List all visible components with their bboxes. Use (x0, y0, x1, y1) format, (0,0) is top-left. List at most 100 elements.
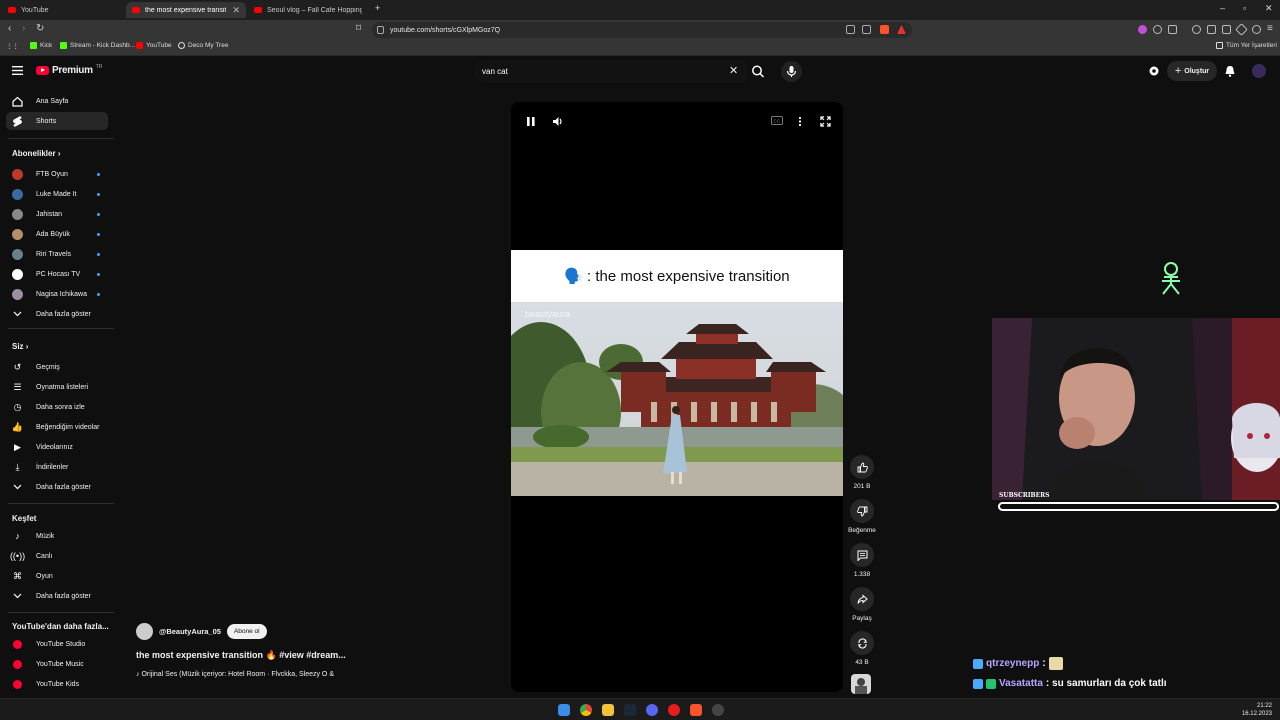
apps-icon[interactable]: ⋮⋮ (6, 42, 19, 50)
all-bookmarks[interactable]: Tüm Yer İşaretleri (1216, 42, 1277, 49)
create-button[interactable]: + Oluştur (1167, 61, 1217, 81)
sidebar-item[interactable]: YouTube Studio (6, 635, 108, 653)
new-tab-button[interactable]: + (375, 3, 380, 13)
steam-icon[interactable] (624, 704, 636, 716)
sidebar-item[interactable]: Daha fazla göster (6, 587, 108, 605)
sidebar-item[interactable]: ♪ Müzik (6, 527, 108, 545)
share-icon[interactable] (862, 25, 871, 34)
sidebar-item[interactable]: Ada Büyük (6, 225, 108, 243)
sidebar-item[interactable]: Luke Made It (6, 185, 108, 203)
sidebar-item[interactable]: FTB Oyun (6, 165, 108, 183)
bookmark-youtube[interactable]: YouTube (136, 42, 172, 49)
extension-icon[interactable] (1235, 23, 1248, 36)
browser-tab[interactable]: YouTube (2, 2, 122, 18)
more-vert-icon (798, 116, 802, 127)
sidebar-item[interactable]: 👍 Beğendiğim videolar (6, 418, 108, 436)
globe-icon (178, 42, 185, 49)
bookmark-kick-dashboard[interactable]: Stream - Kick Dashb... (60, 42, 135, 49)
system-clock[interactable]: 21:22 16.12.2023 (1242, 702, 1272, 718)
tab-title: YouTube (21, 6, 49, 14)
sound-thumbnail[interactable] (851, 674, 871, 694)
opera-icon[interactable] (668, 704, 680, 716)
close-window-button[interactable]: ✕ (1265, 3, 1273, 14)
wallet-icon[interactable] (1222, 25, 1231, 34)
subscriptions-header[interactable]: Abonelikler › (12, 149, 60, 158)
site-info-icon[interactable] (377, 26, 384, 34)
maximize-button[interactable]: ▫ (1243, 3, 1246, 13)
search-button[interactable] (746, 60, 771, 83)
sidebar-item-shorts[interactable]: Shorts (6, 112, 108, 130)
bookmark-kick[interactable]: Kick (30, 42, 52, 49)
sidebar-item[interactable]: Daha fazla göster (6, 305, 108, 323)
app-icon[interactable] (712, 704, 724, 716)
reload-icon[interactable]: ↻ (36, 23, 44, 34)
volume-button[interactable] (552, 116, 564, 127)
sidebar-item[interactable]: PC Hocası TV (6, 265, 108, 283)
notifications-icon[interactable] (1224, 65, 1236, 77)
bookmark-deco-my-tree[interactable]: Deco My Tree (178, 42, 228, 49)
you-header[interactable]: Siz › (12, 342, 28, 351)
clear-search-icon[interactable]: ✕ (729, 64, 738, 77)
sidebar-item[interactable]: Daha fazla göster (6, 478, 108, 496)
sidebar-item[interactable]: ▶ Videolarınız (6, 438, 108, 456)
sidebar-item[interactable]: ⌘ Oyun (6, 567, 108, 585)
sidebar-item-label: Ada Büyük (36, 230, 70, 238)
fullscreen-button[interactable] (820, 116, 831, 127)
browser-tab[interactable]: Seoul vlog – Fall Cafe Hopping, Top... (248, 2, 368, 18)
account-avatar[interactable] (1252, 64, 1266, 78)
menu-icon[interactable]: ≡ (1267, 23, 1273, 34)
channel-name[interactable]: @BeautyAura_05 (159, 627, 221, 636)
extension-icon[interactable] (1138, 25, 1147, 34)
close-tab-icon[interactable]: ✕ (232, 5, 240, 16)
closed-captions-button[interactable]: CC (771, 116, 783, 126)
forward-icon[interactable]: › (22, 23, 25, 34)
short-title[interactable]: the most expensive transition 🔥 #view #d… (136, 650, 346, 661)
sidebar-item[interactable]: ((•)) Canlı (6, 547, 108, 565)
pause-button[interactable] (526, 116, 536, 127)
sidebar-item[interactable]: Jahistan (6, 205, 108, 223)
voice-search-button[interactable] (781, 61, 802, 82)
sidebar-item[interactable]: Nagisa Ichikawa (6, 285, 108, 303)
dislike-button[interactable]: Beğenme (847, 499, 877, 534)
share-button[interactable]: Paylaş (847, 587, 877, 622)
remix-button[interactable]: 43 B (847, 631, 877, 666)
search-input[interactable]: van cat (474, 60, 747, 83)
install-app-icon[interactable] (846, 25, 855, 34)
more-options-button[interactable] (798, 116, 802, 127)
sidebar-item[interactable]: ☰ Oynatma listeleri (6, 378, 108, 396)
comments-button[interactable]: 1.338 (847, 543, 877, 578)
cast-icon[interactable] (1148, 65, 1160, 77)
header-label: Keşfet (12, 514, 37, 523)
youtube-logo[interactable]: Premium TR (36, 64, 102, 76)
channel-avatar[interactable] (136, 623, 153, 640)
like-button[interactable]: 201 B (847, 455, 877, 490)
brave-shield-icon[interactable] (880, 25, 889, 34)
logo-text: Premium (52, 65, 93, 76)
browser-tab-active[interactable]: the most expensive transition ✕ (126, 2, 246, 18)
sidebar-item-home[interactable]: Ana Sayfa (6, 92, 108, 110)
guide-menu-icon[interactable] (12, 66, 23, 75)
short-audio-track[interactable]: ♪ Orijinal Ses (Müzik içeriyor: Hotel Ro… (136, 671, 334, 678)
shorts-player[interactable]: CC 🗣️ : the most expensive transition be… (511, 102, 843, 692)
sidebar-item[interactable]: ◷ Daha sonra izle (6, 398, 108, 416)
media-icon[interactable] (1192, 25, 1201, 34)
chrome-icon[interactable] (580, 704, 592, 716)
url-bar[interactable]: youtube.com/shorts/cGXlpMGoz7Q (372, 22, 912, 38)
file-explorer-icon[interactable] (602, 704, 614, 716)
sidebar-item[interactable]: ⤓ İndirilenler (6, 458, 108, 476)
brave-icon[interactable] (690, 704, 702, 716)
minimize-button[interactable]: – (1220, 3, 1225, 13)
sidebar-item[interactable]: ↺ Geçmiş (6, 358, 108, 376)
discord-icon[interactable] (646, 704, 658, 716)
subscribe-button[interactable]: Abone ol (226, 624, 267, 639)
bookmark-icon[interactable]: ⌑ (356, 23, 361, 34)
sidebar-icon[interactable] (1207, 25, 1216, 34)
sidebar-item[interactable]: YouTube Music (6, 655, 108, 673)
start-icon[interactable] (558, 704, 570, 716)
extension-icon[interactable] (1168, 25, 1177, 34)
extension-icon[interactable] (1153, 25, 1162, 34)
back-icon[interactable]: ‹ (8, 23, 11, 34)
sidebar-item[interactable]: Riri Travels (6, 245, 108, 263)
sidebar-item[interactable]: YouTube Kids (6, 675, 108, 693)
vpn-icon[interactable] (1252, 25, 1261, 34)
